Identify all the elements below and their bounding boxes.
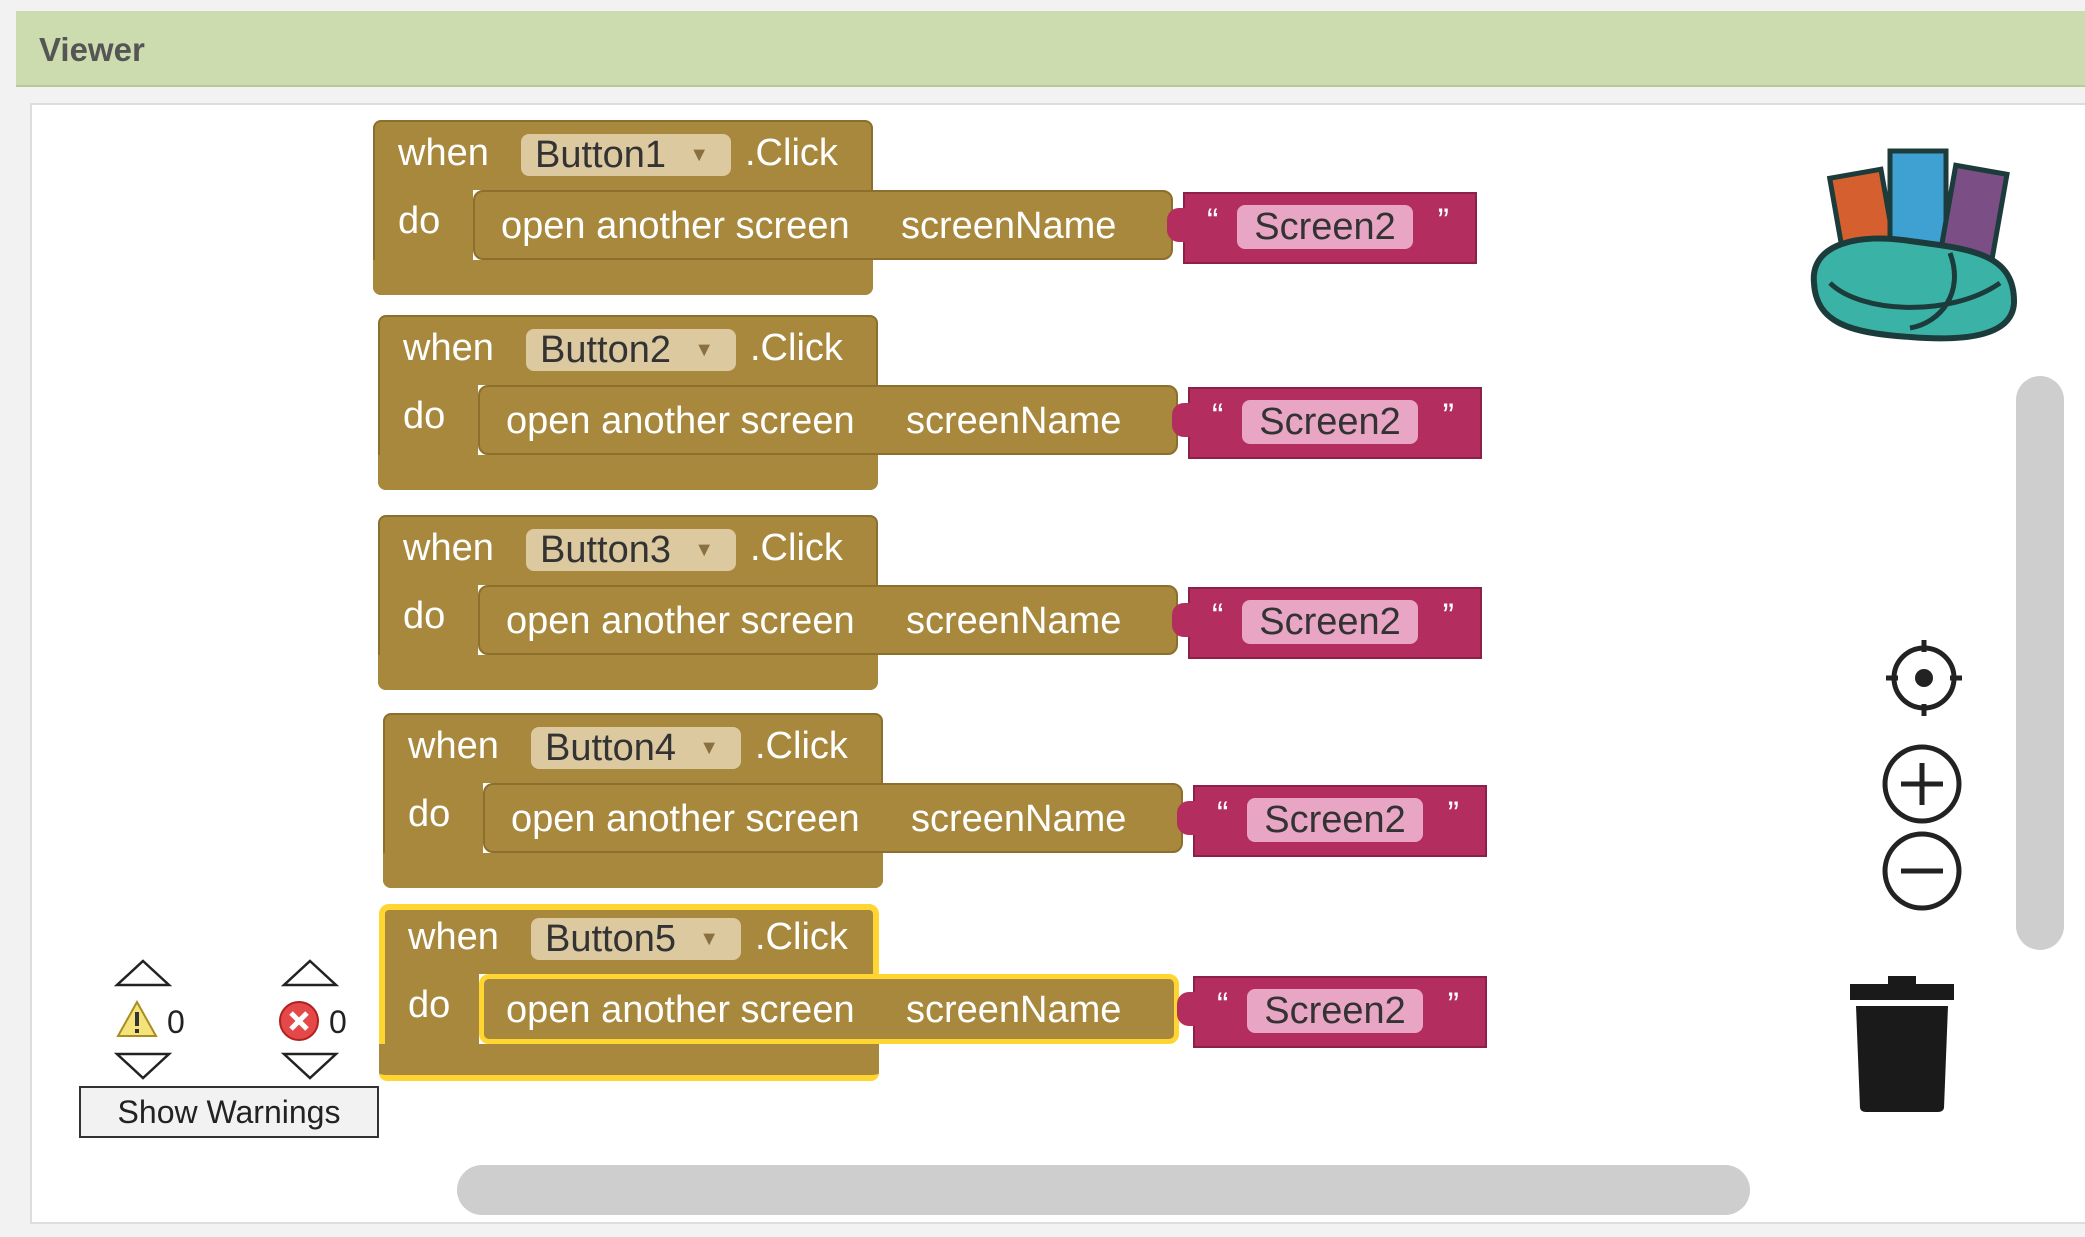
viewer-header: Viewer bbox=[16, 11, 2085, 87]
call-label: open another screen bbox=[506, 989, 855, 1031]
call-label: open another screen bbox=[506, 400, 855, 442]
dropdown-caret-icon: ▼ bbox=[699, 928, 719, 950]
text-value-field[interactable]: Screen2 bbox=[1247, 989, 1423, 1033]
next-warning-arrow[interactable] bbox=[113, 1051, 173, 1081]
component-dropdown[interactable]: Button2 ▼ bbox=[526, 329, 736, 371]
text-value-field[interactable]: Screen2 bbox=[1242, 600, 1418, 644]
event-name: .Click bbox=[755, 725, 848, 767]
call-label: open another screen bbox=[511, 798, 860, 840]
trash-icon[interactable] bbox=[1846, 974, 1958, 1114]
do-label: do bbox=[408, 793, 451, 835]
next-error-arrow[interactable] bbox=[280, 1051, 340, 1081]
close-quote: ” bbox=[1447, 795, 1459, 833]
dropdown-caret-icon: ▼ bbox=[689, 144, 709, 166]
open-another-screen-block[interactable]: open another screen screenName bbox=[478, 585, 1178, 655]
dropdown-caret-icon: ▼ bbox=[694, 339, 714, 361]
arg-label: screenName bbox=[906, 989, 1122, 1031]
do-label: do bbox=[403, 395, 446, 437]
open-quote: “ bbox=[1212, 597, 1224, 635]
open-quote: “ bbox=[1217, 795, 1229, 833]
component-name: Button3 bbox=[540, 529, 671, 571]
warning-icon bbox=[116, 1000, 158, 1037]
when-label: when bbox=[403, 327, 494, 369]
component-dropdown[interactable]: Button5 ▼ bbox=[531, 918, 741, 960]
component-name: Button4 bbox=[545, 727, 676, 769]
do-label: do bbox=[408, 984, 451, 1026]
component-name: Button2 bbox=[540, 329, 671, 371]
error-icon bbox=[279, 1001, 319, 1041]
open-quote: “ bbox=[1212, 397, 1224, 435]
component-name: Button5 bbox=[545, 918, 676, 960]
when-label: when bbox=[408, 725, 499, 767]
text-value-field[interactable]: Screen2 bbox=[1247, 798, 1423, 842]
open-quote: “ bbox=[1207, 202, 1219, 240]
component-dropdown[interactable]: Button3 ▼ bbox=[526, 529, 736, 571]
viewer-title: Viewer bbox=[39, 31, 145, 68]
open-another-screen-block[interactable]: open another screen screenName bbox=[478, 385, 1178, 455]
zoom-out-icon[interactable] bbox=[1881, 830, 1963, 912]
when-label: when bbox=[403, 527, 494, 569]
text-string-block[interactable]: “ Screen2 ” bbox=[1177, 976, 1487, 1048]
warning-indicator: 0 0 Show Warnings bbox=[79, 958, 384, 1138]
backpack-icon[interactable] bbox=[1800, 133, 2026, 345]
text-value-field[interactable]: Screen2 bbox=[1237, 205, 1413, 249]
when-label: when bbox=[408, 916, 499, 958]
call-label: open another screen bbox=[506, 600, 855, 642]
do-label: do bbox=[403, 595, 446, 637]
show-warnings-button[interactable]: Show Warnings bbox=[79, 1086, 379, 1138]
event-name: .Click bbox=[755, 916, 848, 958]
text-string-block[interactable]: “ Screen2 ” bbox=[1177, 785, 1487, 857]
close-quote: ” bbox=[1442, 397, 1454, 435]
zoom-in-icon[interactable] bbox=[1881, 743, 1963, 825]
component-dropdown[interactable]: Button1 ▼ bbox=[521, 134, 731, 176]
open-another-screen-block[interactable]: open another screen screenName bbox=[473, 190, 1173, 260]
event-name: .Click bbox=[750, 527, 843, 569]
component-name: Button1 bbox=[535, 134, 666, 176]
arg-label: screenName bbox=[906, 600, 1122, 642]
text-string-block[interactable]: “ Screen2 ” bbox=[1172, 587, 1482, 659]
open-another-screen-block[interactable]: open another screen screenName bbox=[483, 783, 1183, 853]
text-string-block[interactable]: “ Screen2 ” bbox=[1167, 192, 1477, 264]
horizontal-scrollbar[interactable] bbox=[457, 1165, 1750, 1215]
open-another-screen-block[interactable]: open another screen screenName bbox=[479, 974, 1179, 1044]
component-dropdown[interactable]: Button4 ▼ bbox=[531, 727, 741, 769]
do-label: do bbox=[398, 200, 441, 242]
text-string-block[interactable]: “ Screen2 ” bbox=[1172, 387, 1482, 459]
close-quote: ” bbox=[1442, 597, 1454, 635]
text-value-field[interactable]: Screen2 bbox=[1242, 400, 1418, 444]
arg-label: screenName bbox=[906, 400, 1122, 442]
open-quote: “ bbox=[1217, 986, 1229, 1024]
when-label: when bbox=[398, 132, 489, 174]
close-quote: ” bbox=[1437, 202, 1449, 240]
warning-count: 0 bbox=[167, 1004, 185, 1040]
arg-label: screenName bbox=[911, 798, 1127, 840]
event-name: .Click bbox=[750, 327, 843, 369]
previous-warning-arrow[interactable] bbox=[113, 958, 173, 988]
arg-label: screenName bbox=[901, 205, 1117, 247]
call-label: open another screen bbox=[501, 205, 850, 247]
error-count: 0 bbox=[329, 1004, 347, 1040]
previous-error-arrow[interactable] bbox=[280, 958, 340, 988]
target-icon[interactable] bbox=[1884, 638, 1964, 718]
vertical-scrollbar[interactable] bbox=[2016, 376, 2064, 950]
dropdown-caret-icon: ▼ bbox=[699, 737, 719, 759]
event-name: .Click bbox=[745, 132, 838, 174]
dropdown-caret-icon: ▼ bbox=[694, 539, 714, 561]
close-quote: ” bbox=[1447, 986, 1459, 1024]
